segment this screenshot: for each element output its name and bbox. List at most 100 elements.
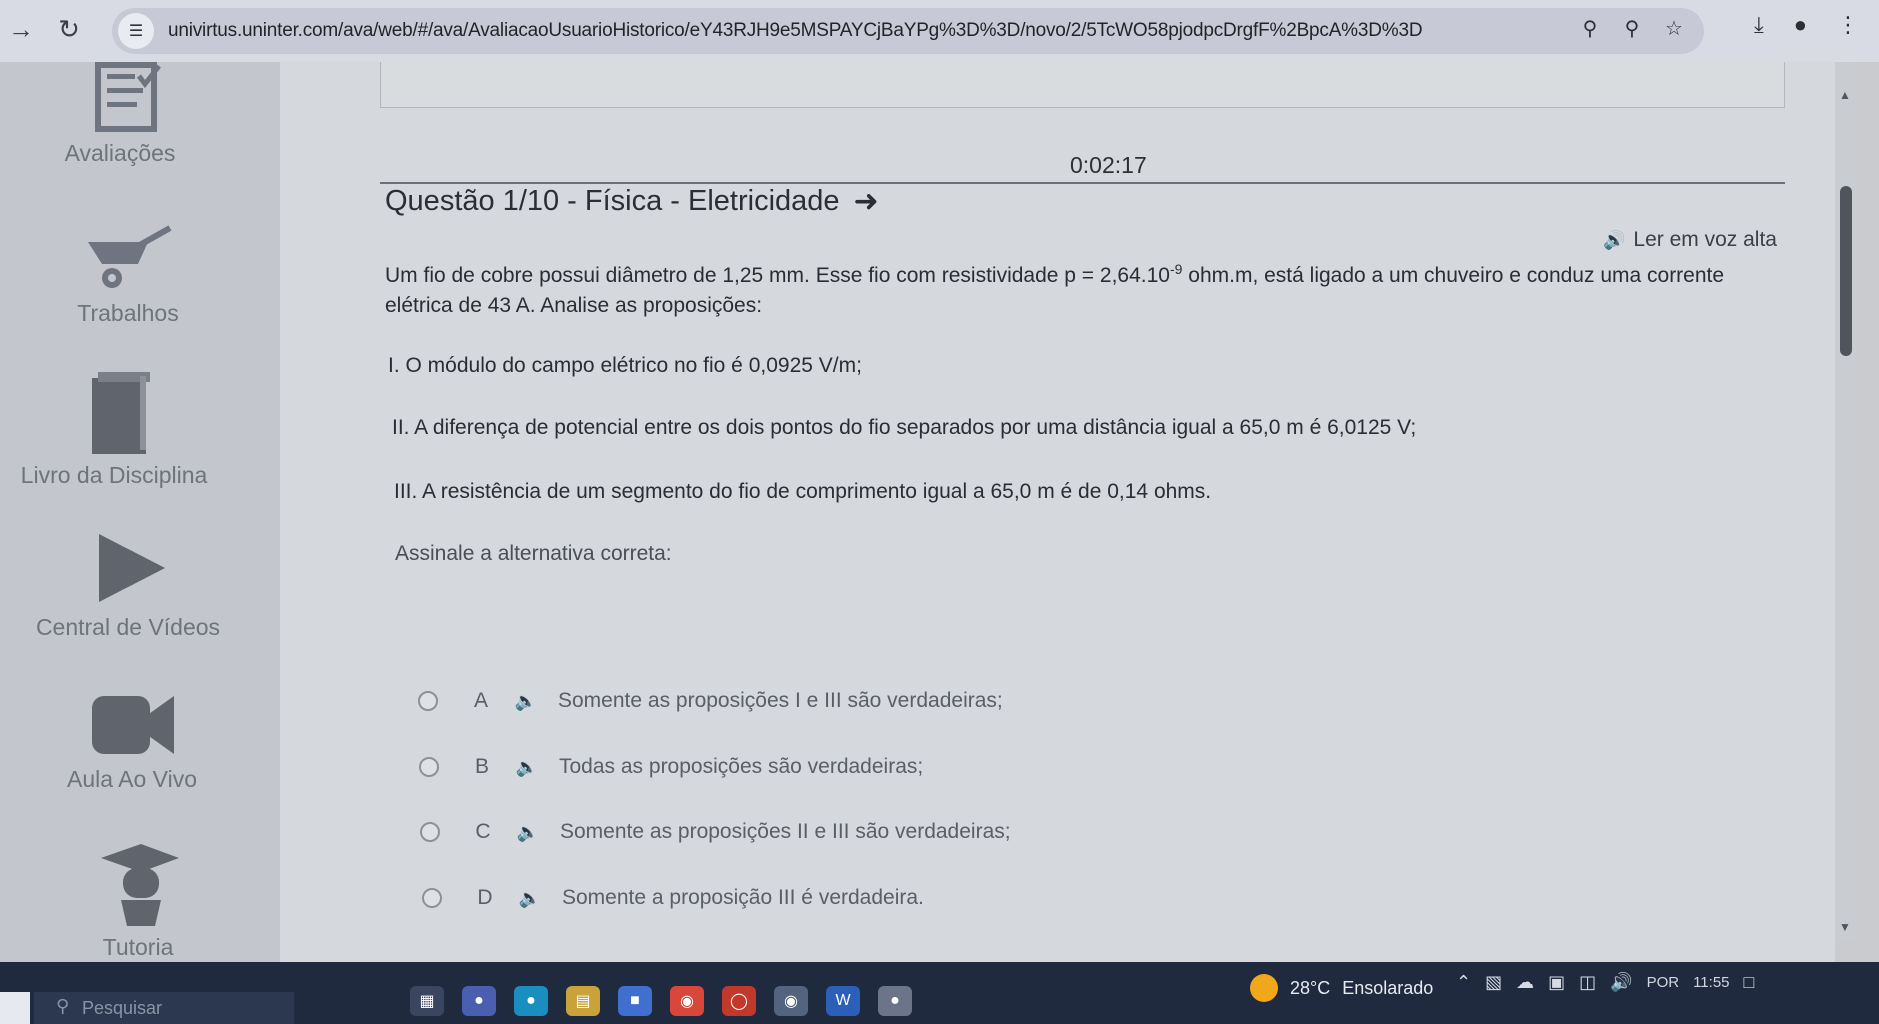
sidebar-item-label: Avaliações xyxy=(64,140,176,166)
key-icon[interactable]: ⚲ xyxy=(1578,16,1602,41)
arrow-right-icon[interactable]: ➜ xyxy=(854,184,879,219)
notifications-icon[interactable]: □ xyxy=(1744,972,1755,993)
speaker-icon[interactable]: 🔈 xyxy=(507,757,547,778)
option-letter: A xyxy=(473,689,488,712)
chrome-icon[interactable]: ◉ xyxy=(670,986,704,1016)
task-view-icon[interactable]: ▦ xyxy=(410,986,444,1016)
speaker-icon[interactable]: 🔈 xyxy=(508,822,548,843)
language-indicator[interactable]: POR xyxy=(1647,974,1680,991)
read-aloud-label: Ler em voz alta xyxy=(1633,228,1777,251)
cloud-icon[interactable]: ☁ xyxy=(1516,972,1534,993)
weather-desc: Ensolarado xyxy=(1342,977,1434,998)
checklist-icon xyxy=(95,62,161,132)
sidebar-item-label: Tutoria xyxy=(102,934,174,960)
back-arrow-icon[interactable]: → xyxy=(0,8,42,50)
sun-icon xyxy=(1250,974,1278,1002)
chat-app-icon[interactable]: ● xyxy=(462,986,496,1016)
radio-button[interactable] xyxy=(418,691,438,711)
taskbar-search[interactable]: ⚲ Pesquisar xyxy=(34,992,294,1024)
browser-toolbar: → ↻ ☰ univirtus.uninter.com/ava/web/#/av… xyxy=(0,0,1879,62)
option-text: Somente as proposições I e III são verda… xyxy=(558,689,1003,712)
graduate-icon xyxy=(101,844,179,926)
radio-button[interactable] xyxy=(419,757,439,777)
question-statement: Um fio de cobre possui diâmetro de 1,25 … xyxy=(385,254,1735,321)
chrome-active-icon[interactable]: ◉ xyxy=(774,986,808,1016)
radio-button[interactable] xyxy=(422,888,442,908)
word-icon[interactable]: W xyxy=(826,986,860,1016)
download-icon[interactable]: ⤓ xyxy=(1754,12,1764,38)
question-title-text: Questão 1/10 - Física - Eletricidade xyxy=(385,185,840,217)
search-placeholder: Pesquisar xyxy=(82,998,163,1018)
weather-temp: 28°C xyxy=(1290,977,1331,998)
proposition-3: III. A resistência de um segmento do fio… xyxy=(394,480,1212,503)
sidebar-item-label: Central de Vídeos xyxy=(35,614,221,640)
formula-base: p = 2,64.10 xyxy=(1064,264,1170,287)
address-bar[interactable]: ☰ univirtus.uninter.com/ava/web/#/ava/Av… xyxy=(112,8,1704,54)
option-letter: C xyxy=(475,820,491,843)
sidebar-item-label: Trabalhos xyxy=(77,300,179,326)
start-button[interactable] xyxy=(0,992,30,1024)
header-box xyxy=(380,62,1785,108)
star-icon[interactable]: ☆ xyxy=(1662,16,1686,41)
sidebar-item-tutoria[interactable]: Tutoria xyxy=(8,842,268,961)
edge-icon[interactable]: ● xyxy=(514,986,548,1016)
video-camera-icon xyxy=(92,696,174,754)
option-text: Somente as proposições II e III são verd… xyxy=(560,820,1011,843)
store-icon[interactable]: ■ xyxy=(618,986,652,1016)
sidebar-item-aula-ao-vivo[interactable]: Aula Ao Vivo xyxy=(2,692,262,793)
proposition-2: II. A diferença de potencial entre os do… xyxy=(392,416,1417,439)
resistivity-formula: p = 2,64.10-9 xyxy=(1064,261,1183,287)
menu-icon[interactable]: ⋮ xyxy=(1837,12,1859,38)
question-title: Questão 1/10 - Física - Eletricidade ➜ xyxy=(385,184,879,219)
system-tray: ⌃ ▧ ☁ ▣ ◫ 🔊 POR 11:55 □ xyxy=(1456,972,1754,993)
extension-icon[interactable]: ● xyxy=(1794,12,1807,38)
app-icon[interactable]: ● xyxy=(878,986,912,1016)
exam-timer: 0:02:17 xyxy=(1070,152,1147,178)
sidebar: Avaliações Trabalhos Livro da Disciplina… xyxy=(0,62,280,962)
sidebar-item-label: Livro da Disciplina xyxy=(20,462,208,488)
sidebar-item-trabalhos[interactable]: Trabalhos xyxy=(0,222,258,327)
volume-icon[interactable]: 🔊 xyxy=(1610,972,1632,993)
option-text: Somente a proposição III é verdadeira. xyxy=(562,886,924,909)
proposition-1: I. O módulo do campo elétrico no fio é 0… xyxy=(388,354,862,377)
option-text: Todas as proposições são verdadeiras; xyxy=(559,755,924,778)
opera-icon[interactable]: ◯ xyxy=(722,986,756,1016)
weather-widget[interactable]: 28°C Ensolarado xyxy=(1250,974,1433,1002)
wheelbarrow-icon xyxy=(88,225,172,288)
option-letter: D xyxy=(477,886,493,909)
option-d[interactable]: D 🔈 Somente a proposição III é verdadeir… xyxy=(422,886,924,910)
option-a[interactable]: A 🔈 Somente as proposições I e III são v… xyxy=(418,689,1003,713)
url-text[interactable]: univirtus.uninter.com/ava/web/#/ava/Aval… xyxy=(168,20,1568,42)
scroll-up-icon[interactable]: ▲ xyxy=(1839,88,1851,102)
prompt-text: Assinale a alternativa correta: xyxy=(395,542,672,565)
battery-icon[interactable]: ◫ xyxy=(1579,972,1596,993)
sidebar-item-label: Aula Ao Vivo xyxy=(66,766,197,792)
zoom-icon[interactable]: ⚲ xyxy=(1620,16,1644,41)
file-explorer-icon[interactable]: ▤ xyxy=(566,986,600,1016)
clock[interactable]: 11:55 xyxy=(1693,974,1729,991)
play-icon xyxy=(99,534,165,602)
formula-exponent: -9 xyxy=(1169,261,1183,277)
scroll-down-icon[interactable]: ▼ xyxy=(1839,920,1851,934)
read-aloud-button[interactable]: 🔊 Ler em voz alta xyxy=(1603,228,1777,252)
option-c[interactable]: C 🔈 Somente as proposições II e III são … xyxy=(420,820,1011,844)
chevron-up-icon[interactable]: ⌃ xyxy=(1456,972,1471,993)
scrollbar[interactable]: ▲ ▼ xyxy=(1835,62,1857,942)
scroll-thumb[interactable] xyxy=(1840,186,1852,356)
sidebar-item-livro[interactable]: Livro da Disciplina xyxy=(0,372,244,489)
search-icon: ⚲ xyxy=(56,996,70,1016)
reload-icon[interactable]: ↻ xyxy=(48,8,90,50)
book-icon xyxy=(92,372,150,454)
site-info-icon[interactable]: ☰ xyxy=(118,13,154,49)
question-panel: 0:02:17 Questão 1/10 - Física - Eletrici… xyxy=(280,62,1835,962)
sidebar-item-avaliacoes[interactable]: Avaliações xyxy=(0,62,250,167)
sidebar-item-videos[interactable]: Central de Vídeos xyxy=(0,530,258,641)
option-b[interactable]: B 🔈 Todas as proposições são verdadeiras… xyxy=(419,755,923,779)
speaker-icon[interactable]: 🔈 xyxy=(510,888,550,909)
speaker-icon[interactable]: 🔈 xyxy=(506,691,546,712)
notification-app-icon[interactable]: ▧ xyxy=(1485,972,1502,993)
network-icon[interactable]: ▣ xyxy=(1548,972,1565,993)
windows-taskbar: ⚲ Pesquisar ▦ ● ● ▤ ■ ◉ ◯ ◉ W ● 28°C Ens… xyxy=(0,962,1879,1024)
speaker-icon: 🔊 xyxy=(1603,229,1626,250)
radio-button[interactable] xyxy=(420,822,440,842)
